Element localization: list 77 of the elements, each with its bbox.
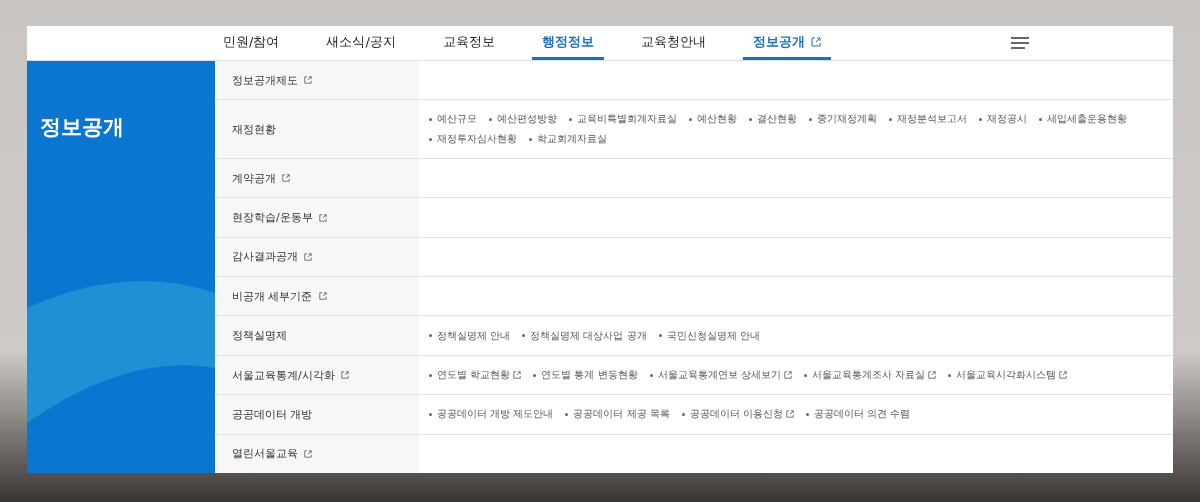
bullet-icon	[889, 117, 892, 121]
sub-link[interactable]: 예산규모	[429, 112, 477, 127]
bullet-icon	[805, 412, 809, 416]
bullet-icon	[809, 117, 812, 121]
category-link[interactable]: 서울교육통계/시각화	[232, 367, 349, 383]
sidebar-title: 정보공개	[39, 114, 125, 141]
sub-link[interactable]: 서울교육통계조사 자료실	[803, 368, 936, 382]
bullet-icon	[529, 137, 532, 141]
bullet-icon	[749, 117, 752, 121]
nav-tab[interactable]: 행정정보	[531, 26, 604, 60]
sub-link[interactable]: 교육비특별회계자료실	[569, 112, 677, 127]
sub-link[interactable]: 연도별 학교현황	[429, 368, 522, 382]
external-link-icon	[1058, 371, 1067, 379]
bullet-icon	[947, 373, 951, 377]
category-link[interactable]: 정책실명제	[232, 328, 287, 344]
bullet-icon	[429, 137, 432, 141]
nav-tab[interactable]: 교육청안내	[630, 26, 716, 60]
menu-icon[interactable]	[1010, 37, 1029, 49]
sub-link[interactable]: 중기재정계획	[809, 112, 877, 127]
sub-link[interactable]: 예산현황	[689, 112, 737, 127]
category-link[interactable]: 계약공개	[232, 170, 290, 186]
sub-link[interactable]: 공공데이터 제공 목록	[565, 407, 670, 422]
nav-tab[interactable]: 새소식/공지	[316, 26, 406, 60]
bullet-icon	[803, 373, 807, 377]
bullet-icon	[429, 117, 432, 121]
external-link-icon	[783, 371, 792, 379]
nav-tab[interactable]: 교육정보	[432, 26, 505, 60]
sub-link[interactable]: 공공데이터 이용신청	[681, 407, 794, 422]
sub-link[interactable]: 서울교육통계연보 상세보기	[649, 368, 792, 382]
sub-link[interactable]: 공공데이터 개방 제도안내	[429, 407, 554, 422]
sub-link[interactable]: 연도별 통계 변동현황	[533, 368, 638, 382]
external-link-icon	[318, 213, 327, 222]
external-link-icon	[785, 410, 794, 419]
category-link[interactable]: 재정현황	[232, 121, 276, 137]
bullet-icon	[565, 412, 569, 416]
sub-link[interactable]: 예산편성방향	[489, 112, 557, 127]
category-link[interactable]: 공공데이터 개방	[232, 406, 313, 422]
bullet-icon	[533, 373, 537, 377]
sub-link[interactable]: 재정분석보고서	[889, 112, 967, 127]
nav-tab[interactable]: 민원/참여	[213, 26, 290, 60]
sub-link[interactable]: 정책실명제 대상사업 공개	[522, 328, 647, 343]
external-link-icon	[318, 292, 327, 301]
bullet-icon	[1039, 117, 1042, 121]
bullet-icon	[649, 373, 653, 377]
sub-link[interactable]: 결산현황	[749, 112, 797, 127]
sub-link[interactable]: 서울교육시각화시스템	[947, 368, 1067, 382]
bullet-icon	[979, 117, 982, 121]
sub-link[interactable]: 공공데이터 의견 수렴	[805, 407, 911, 422]
category-link[interactable]: 비공개 세부기준	[232, 288, 327, 304]
sub-link[interactable]: 정책실명제 안내	[429, 328, 511, 343]
external-link-icon	[513, 371, 522, 379]
external-link-icon	[282, 174, 290, 183]
external-link-icon	[304, 76, 312, 85]
sub-link[interactable]: 재정투자심사현황	[429, 132, 517, 147]
category-link[interactable]: 열린서울교육	[232, 446, 312, 462]
external-link-icon	[810, 36, 821, 47]
bullet-icon	[569, 117, 572, 121]
sub-link[interactable]: 세입세출운용현황	[1039, 112, 1127, 127]
bullet-icon	[429, 412, 432, 416]
bullet-icon	[429, 373, 432, 377]
sub-link[interactable]: 국민신청실명제 안내	[658, 328, 760, 343]
sub-link[interactable]: 재정공시	[979, 112, 1027, 127]
category-link[interactable]: 현장학습/운동부	[232, 210, 327, 225]
bullet-icon	[489, 117, 492, 121]
nav-tab[interactable]: 정보공개	[742, 26, 831, 60]
bullet-icon	[689, 117, 692, 121]
bullet-icon	[429, 334, 432, 338]
category-link[interactable]: 감사결과공개	[232, 249, 312, 265]
bullet-icon	[658, 334, 662, 338]
external-link-icon	[304, 252, 312, 261]
category-link[interactable]: 정보공개제도	[232, 72, 312, 88]
external-link-icon	[927, 371, 936, 379]
external-link-icon	[340, 371, 349, 379]
bullet-icon	[681, 412, 685, 416]
external-link-icon	[304, 449, 312, 458]
bullet-icon	[522, 334, 526, 338]
sub-link[interactable]: 학교회계자료실	[529, 132, 607, 147]
